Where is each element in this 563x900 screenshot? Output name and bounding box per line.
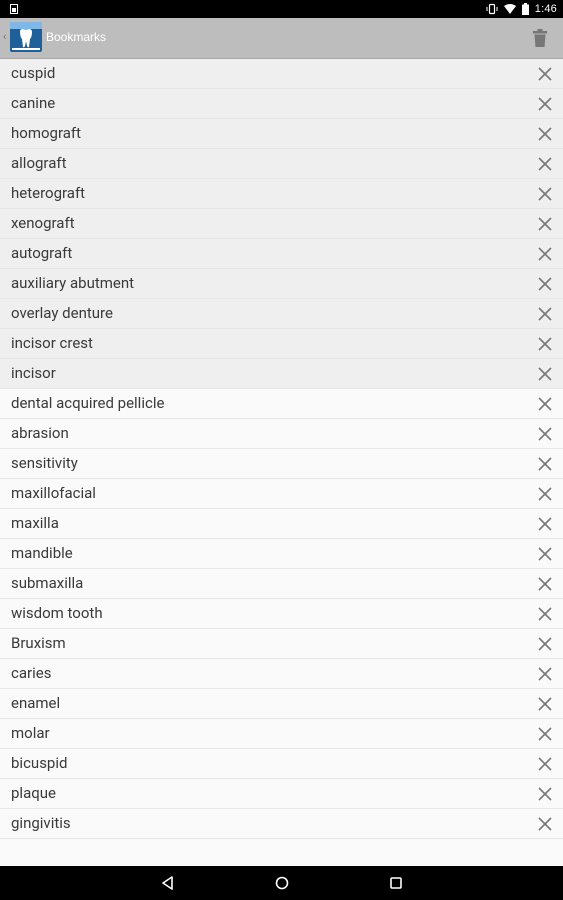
bookmark-row[interactable]: dental acquired pellicle [0, 389, 563, 419]
close-icon[interactable] [537, 336, 553, 352]
bookmark-row[interactable]: wisdom tooth [0, 599, 563, 629]
bookmark-term[interactable]: submaxilla [11, 569, 83, 598]
bookmark-row[interactable]: cuspid [0, 59, 563, 89]
bookmark-term[interactable]: homograft [11, 119, 81, 148]
bookmark-row[interactable]: maxilla [0, 509, 563, 539]
close-icon[interactable] [537, 816, 553, 832]
vibrate-icon [486, 3, 498, 15]
close-icon[interactable] [537, 756, 553, 772]
bookmark-term[interactable]: mandible [11, 539, 73, 568]
bookmark-row[interactable]: allograft [0, 149, 563, 179]
bookmark-term[interactable]: dental acquired pellicle [11, 389, 164, 418]
close-icon[interactable] [537, 516, 553, 532]
bookmark-row[interactable]: sensitivity [0, 449, 563, 479]
close-icon[interactable] [537, 396, 553, 412]
up-caret-icon[interactable]: ‹ [3, 30, 6, 43]
close-icon[interactable] [537, 726, 553, 742]
tooth-app-icon[interactable] [9, 20, 43, 54]
bookmark-row[interactable]: heterograft [0, 179, 563, 209]
bookmark-row[interactable]: homograft [0, 119, 563, 149]
trash-icon[interactable] [533, 29, 547, 47]
bookmark-term[interactable]: molar [11, 719, 50, 748]
bookmark-term[interactable]: maxillofacial [11, 479, 96, 508]
bookmark-row[interactable]: plaque [0, 779, 563, 809]
close-icon[interactable] [537, 246, 553, 262]
close-icon[interactable] [537, 456, 553, 472]
bookmark-term[interactable]: allograft [11, 149, 67, 178]
action-bar: ‹ Bookmarks [0, 18, 563, 59]
bookmark-row[interactable]: mandible [0, 539, 563, 569]
bookmark-row[interactable]: caries [0, 659, 563, 689]
bookmark-term[interactable]: caries [11, 659, 51, 688]
bookmark-row[interactable]: abrasion [0, 419, 563, 449]
bookmark-row[interactable]: molar [0, 719, 563, 749]
close-icon[interactable] [537, 306, 553, 322]
bookmark-term[interactable]: autograft [11, 239, 72, 268]
bookmark-row[interactable]: gingivitis [0, 809, 563, 839]
close-icon[interactable] [537, 276, 553, 292]
close-icon[interactable] [537, 636, 553, 652]
bookmark-term[interactable]: plaque [11, 779, 56, 808]
bookmark-term[interactable]: enamel [11, 689, 60, 718]
bookmark-term[interactable]: gingivitis [11, 809, 71, 838]
wifi-icon [503, 4, 516, 14]
page-title: Bookmarks [46, 30, 107, 44]
bookmark-term[interactable]: cuspid [11, 59, 55, 88]
status-bar: 1:46 [0, 0, 563, 18]
bookmark-term[interactable]: heterograft [11, 179, 85, 208]
close-icon[interactable] [537, 156, 553, 172]
bookmark-row[interactable]: canine [0, 89, 563, 119]
bookmark-term[interactable]: abrasion [11, 419, 69, 448]
bookmark-term[interactable]: incisor crest [11, 329, 93, 358]
home-nav-icon[interactable] [274, 875, 290, 891]
close-icon[interactable] [537, 216, 553, 232]
close-icon[interactable] [537, 126, 553, 142]
close-icon[interactable] [537, 366, 553, 382]
bookmark-term[interactable]: incisor [11, 359, 56, 388]
bookmark-term[interactable]: bicuspid [11, 749, 67, 778]
bookmark-row[interactable]: Bruxism [0, 629, 563, 659]
battery-icon [521, 3, 529, 15]
bookmark-row[interactable]: xenograft [0, 209, 563, 239]
bookmark-row[interactable]: enamel [0, 689, 563, 719]
bookmark-term[interactable]: xenograft [11, 209, 75, 238]
close-icon[interactable] [537, 96, 553, 112]
bookmark-term[interactable]: Bruxism [11, 629, 66, 658]
bookmark-term[interactable]: overlay denture [11, 299, 113, 328]
recents-nav-icon[interactable] [388, 875, 404, 891]
bookmark-term[interactable]: maxilla [11, 509, 59, 538]
close-icon[interactable] [537, 546, 553, 562]
close-icon[interactable] [537, 786, 553, 802]
back-nav-icon[interactable] [160, 875, 176, 891]
navigation-bar [0, 866, 563, 900]
bookmark-row[interactable]: incisor crest [0, 329, 563, 359]
bookmark-row[interactable]: incisor [0, 359, 563, 389]
close-icon[interactable] [537, 576, 553, 592]
close-icon[interactable] [537, 426, 553, 442]
bookmark-term[interactable]: auxiliary abutment [11, 269, 134, 298]
bookmark-row[interactable]: auxiliary abutment [0, 269, 563, 299]
bookmark-list: cuspid canine homograft allograft heterograf… [0, 59, 563, 839]
close-icon[interactable] [537, 666, 553, 682]
close-icon[interactable] [537, 186, 553, 202]
close-icon[interactable] [537, 696, 553, 712]
bookmark-row[interactable]: bicuspid [0, 749, 563, 779]
bookmark-term[interactable]: sensitivity [11, 449, 78, 478]
sim-card-icon [10, 4, 18, 14]
bookmark-row[interactable]: maxillofacial [0, 479, 563, 509]
bookmark-term[interactable]: wisdom tooth [11, 599, 103, 628]
bookmark-row[interactable]: overlay denture [0, 299, 563, 329]
close-icon[interactable] [537, 66, 553, 82]
clock: 1:46 [534, 3, 557, 15]
close-icon[interactable] [537, 606, 553, 622]
close-icon[interactable] [537, 486, 553, 502]
bookmark-row[interactable]: autograft [0, 239, 563, 269]
bookmark-row[interactable]: submaxilla [0, 569, 563, 599]
bookmark-term[interactable]: canine [11, 89, 55, 118]
